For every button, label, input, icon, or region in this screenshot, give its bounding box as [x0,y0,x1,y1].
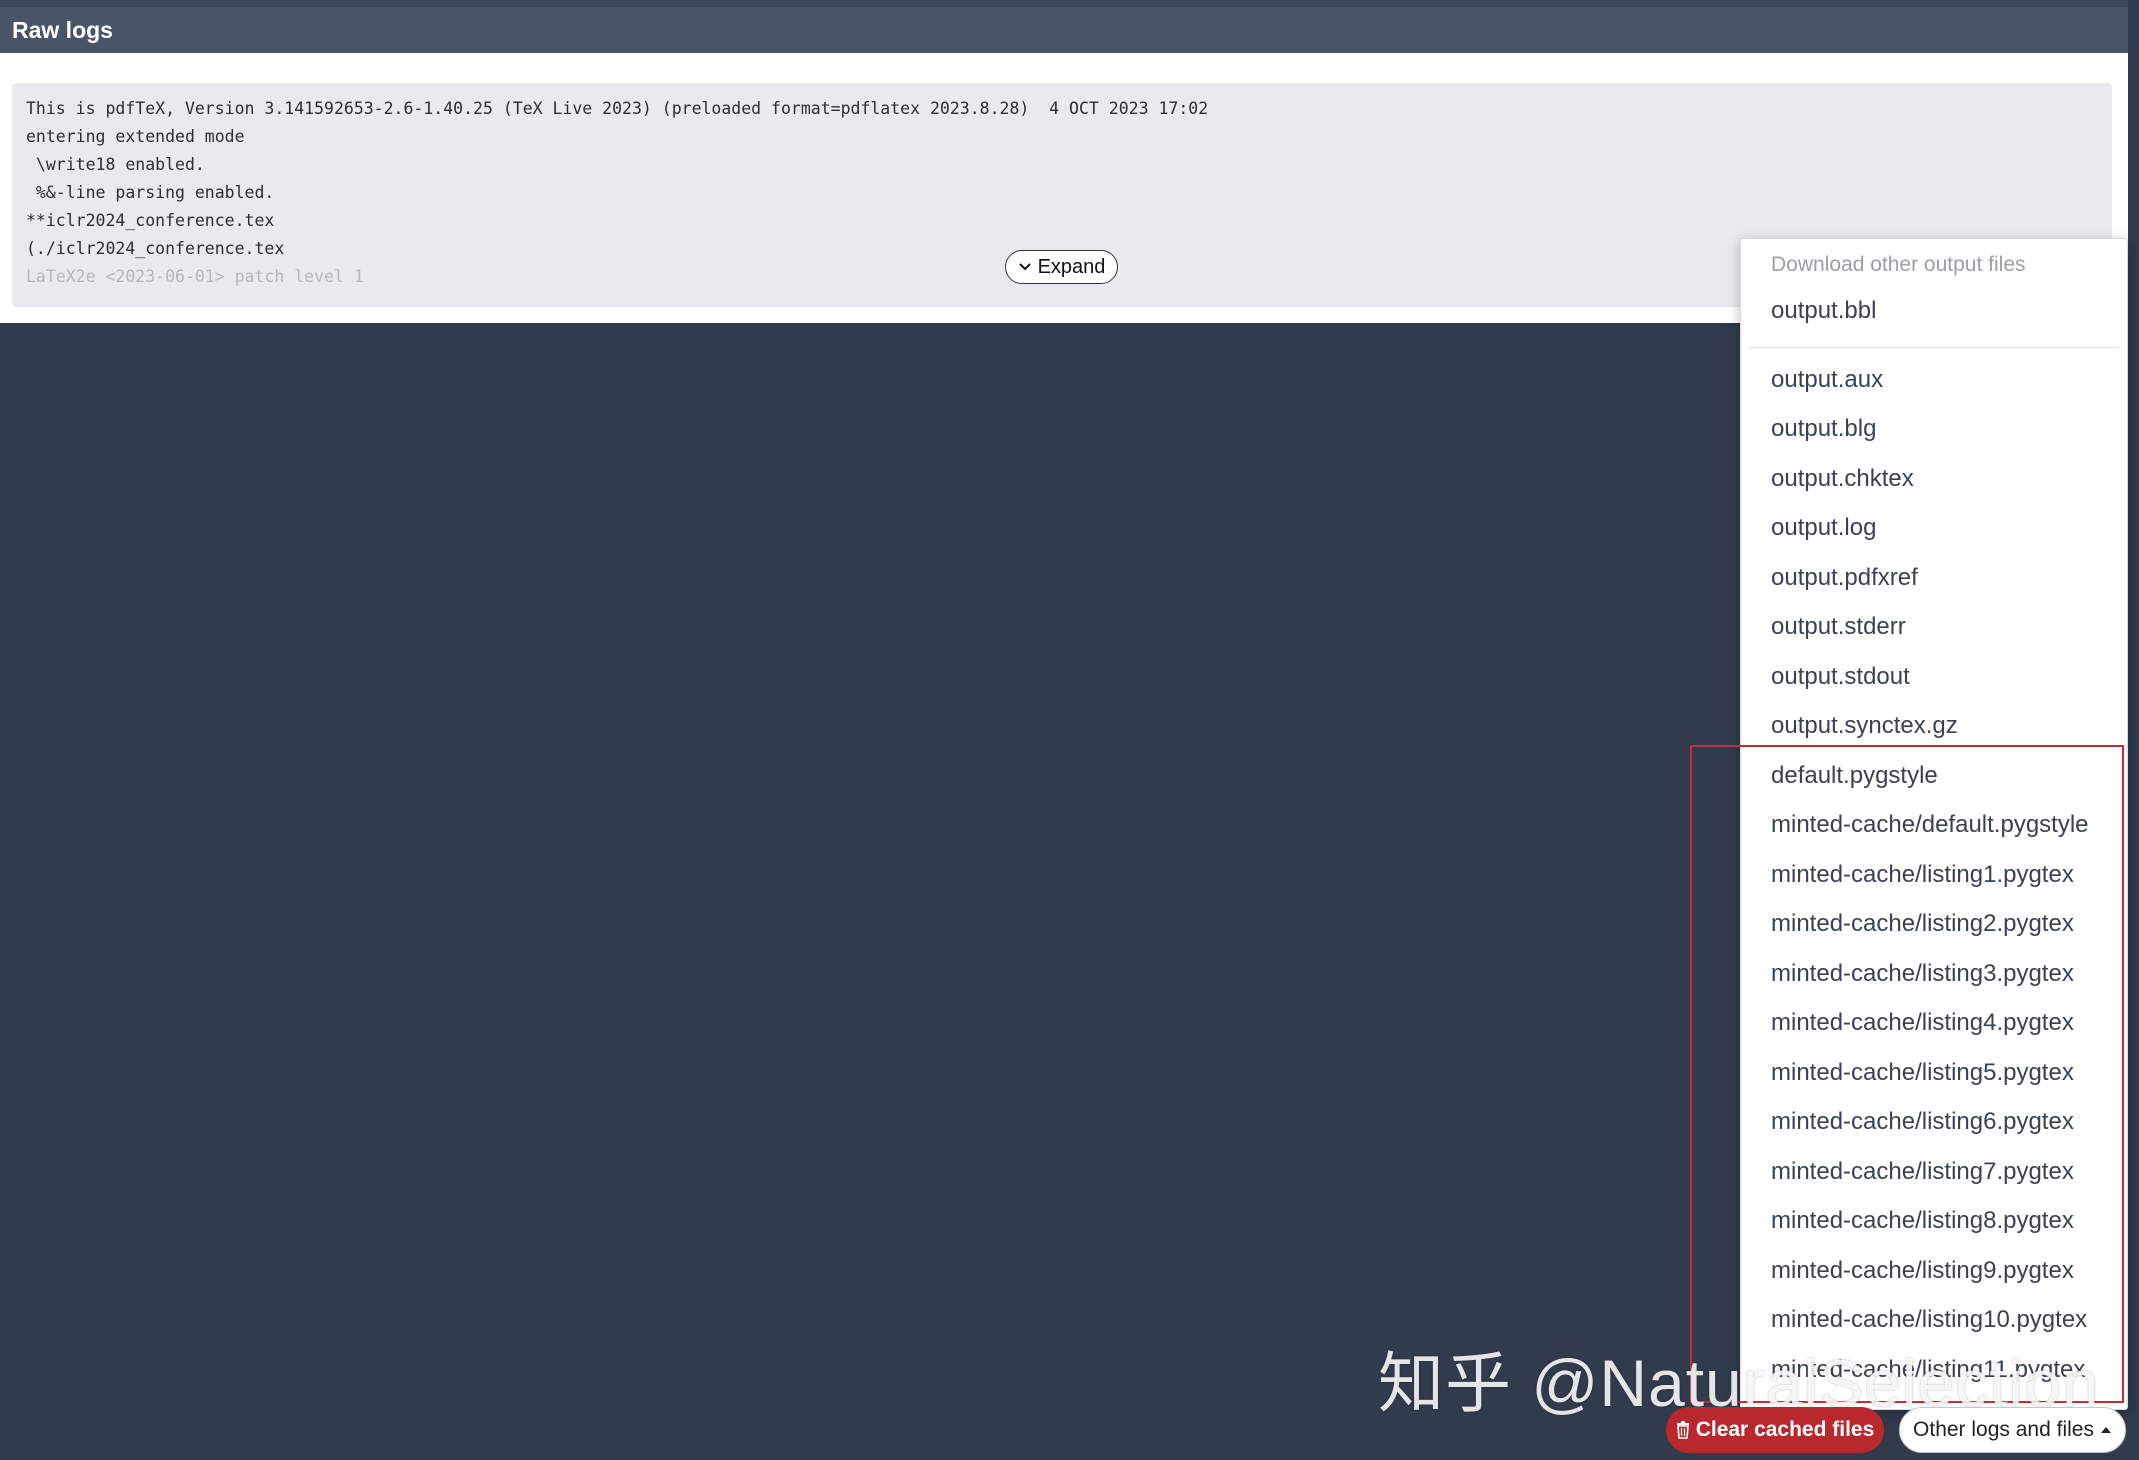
log-line: **iclr2024_conference.tex [26,211,275,230]
top-strip [0,0,2128,7]
trash-icon [1676,1421,1689,1439]
clear-cached-files-label: Clear cached files [1695,1418,1875,1441]
other-logs-and-files-button[interactable]: Other logs and files [1899,1407,2126,1453]
file-link[interactable]: minted-cache/listing7.pygtex [1771,1158,2074,1186]
expand-button[interactable]: Expand [1005,250,1118,284]
file-link[interactable]: minted-cache/listing1.pygtex [1771,861,2074,889]
file-link[interactable]: minted-cache/listing3.pygtex [1771,960,2074,988]
expand-label: Expand [1037,255,1106,278]
page-title: Raw logs [12,17,113,43]
file-link[interactable]: minted-cache/listing2.pygtex [1771,910,2074,938]
file-link[interactable]: output.stdout [1771,663,1910,691]
log-line: entering extended mode [26,127,245,146]
file-link[interactable]: minted-cache/listing6.pygtex [1771,1108,2074,1136]
file-link[interactable]: output.pdfxref [1771,564,1918,592]
file-link[interactable]: output.stderr [1771,613,1906,641]
log-line: %&-line parsing enabled. [26,183,275,202]
file-link[interactable]: minted-cache/listing4.pygtex [1771,1009,2074,1037]
file-link[interactable]: minted-cache/default.pygstyle [1771,811,2089,839]
file-link[interactable]: output.chktex [1771,465,1914,493]
file-link[interactable]: minted-cache/listing8.pygtex [1771,1207,2074,1235]
raw-logs-header: Raw logs [0,7,2128,53]
file-link[interactable]: output.log [1771,514,1876,542]
file-link[interactable]: output.aux [1771,366,1883,394]
other-logs-label: Other logs and files [1913,1418,2094,1441]
file-link[interactable]: minted-cache/listing9.pygtex [1771,1257,2074,1285]
file-link[interactable]: minted-cache/listing5.pygtex [1771,1059,2074,1087]
dropdown-header: Download other output files [1771,253,2026,276]
caret-up-icon [2100,1427,2111,1433]
file-link[interactable]: default.pygstyle [1771,762,1938,790]
dropdown-divider [1749,347,2119,348]
file-link[interactable]: minted-cache/listing10.pygtex [1771,1306,2087,1334]
file-link[interactable]: output.synctex.gz [1771,712,1958,740]
clear-cached-files-button[interactable]: Clear cached files [1666,1407,1884,1453]
chevron-down-icon [1018,263,1031,271]
log-line: This is pdfTeX, Version 3.141592653-2.6-… [26,99,1209,118]
file-link[interactable]: minted-cache/listing11.pygtex [1771,1356,2085,1384]
file-link[interactable]: output.blg [1771,415,1876,443]
log-line: \write18 enabled. [26,155,205,174]
file-link-output-bbl[interactable]: output.bbl [1771,297,1876,325]
other-files-dropdown: Download other output files output.bbl o… [1740,238,2128,1410]
